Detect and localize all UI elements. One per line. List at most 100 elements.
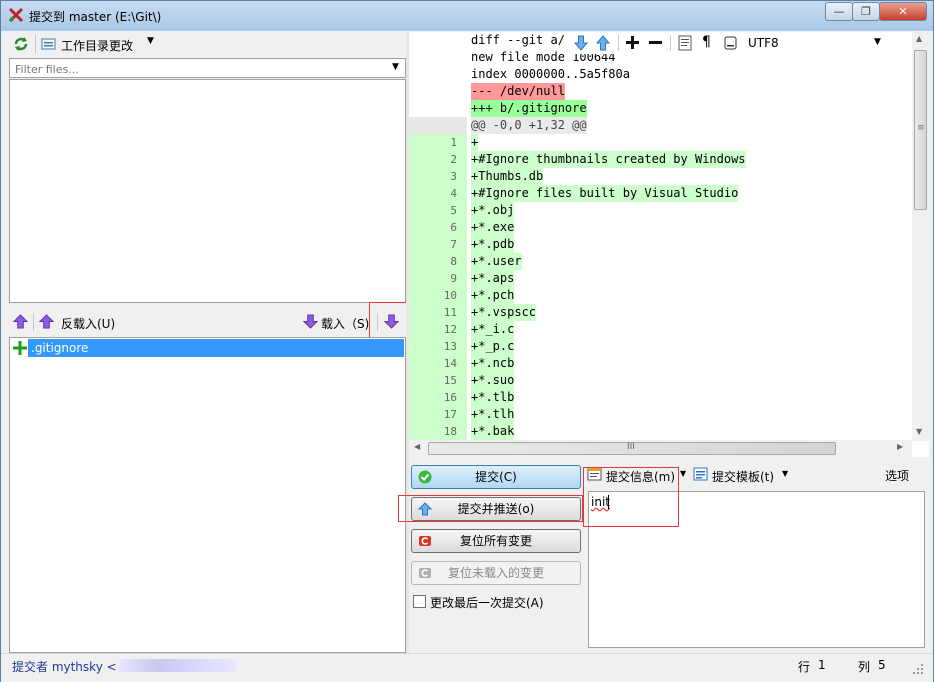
diff-hunk-header: @@ -0,0 +1,32 @@ bbox=[409, 117, 912, 134]
commit-button[interactable]: 提交(C) bbox=[411, 465, 581, 489]
list-item[interactable]: .gitignore bbox=[11, 339, 404, 357]
reset-unstaged-label: 复位未载入的变更 bbox=[447, 566, 544, 580]
title-bar[interactable]: 提交到 master (E:\Git\) — ❐ ✕ bbox=[1, 1, 933, 31]
diff-added-header: +++ b/.gitignore bbox=[471, 100, 587, 117]
diff-line: 9 +*.aps bbox=[409, 270, 912, 287]
file-added-icon bbox=[13, 341, 27, 355]
chevron-down-icon: ▼ bbox=[782, 469, 789, 478]
diff-removed-header: --- /dev/null bbox=[471, 83, 565, 100]
commit-template-label: 提交模板(t) bbox=[712, 470, 775, 484]
stage-button[interactable]: 载入（S) bbox=[301, 311, 371, 333]
staged-files-list[interactable]: .gitignore bbox=[9, 337, 406, 653]
diff-line: 10 +*.pch bbox=[409, 287, 912, 304]
unstage-arrow-up-icon bbox=[39, 314, 54, 329]
diff-header-line: index 0000000..5a5f80a bbox=[471, 67, 630, 81]
diff-line: 2 +#Ignore thumbnails created by Windows bbox=[409, 151, 912, 168]
decrease-context-icon[interactable] bbox=[648, 35, 663, 50]
diff-line: 7 +*.pdb bbox=[409, 236, 912, 253]
commit-template-icon bbox=[693, 467, 708, 481]
diff-line: 1 + bbox=[409, 134, 912, 151]
diff-line: 4 +#Ignore files built by Visual Studio bbox=[409, 185, 912, 202]
diff-line: 3 +Thumbs.db bbox=[409, 168, 912, 185]
unstage-button[interactable]: 反载入(U) bbox=[39, 311, 119, 333]
unstage-label: 反载入(U) bbox=[61, 317, 116, 331]
previous-change-icon[interactable] bbox=[596, 35, 610, 51]
refresh-icon[interactable] bbox=[13, 36, 29, 52]
toolbar-separator bbox=[670, 35, 671, 51]
grip-icon: III bbox=[627, 442, 635, 452]
line-value: 1 bbox=[818, 658, 826, 672]
diff-line: 12 +*_i.c bbox=[409, 321, 912, 338]
blurred-email bbox=[119, 659, 237, 672]
scroll-thumb[interactable]: ≡ bbox=[914, 50, 927, 210]
close-button[interactable]: ✕ bbox=[879, 2, 927, 21]
working-dir-toolbar: 工作目录更改 ▼ bbox=[9, 33, 405, 55]
chevron-down-icon: ▼ bbox=[874, 37, 881, 47]
scroll-down-icon[interactable]: ▼ bbox=[916, 427, 922, 436]
selected-file-row[interactable]: .gitignore bbox=[28, 339, 404, 357]
reset-unstaged-button[interactable]: 复位未载入的变更 bbox=[411, 561, 581, 585]
checkbox[interactable] bbox=[413, 595, 426, 608]
diff-line: 13 +*_p.c bbox=[409, 338, 912, 355]
ignore-whitespace-icon[interactable] bbox=[678, 35, 692, 51]
diff-viewer[interactable]: diff --git a/ new file mode 100644 index… bbox=[409, 32, 929, 457]
reset-icon bbox=[419, 568, 431, 578]
diff-horizontal-scrollbar[interactable]: ◀ III ▶ bbox=[409, 440, 912, 457]
maximize-button[interactable]: ❐ bbox=[852, 2, 880, 21]
encoding-dropdown[interactable]: UTF8 ▼ bbox=[744, 32, 894, 54]
committer-info: 提交者 mythsky < bbox=[12, 660, 117, 674]
chevron-down-icon: ▼ bbox=[147, 36, 154, 46]
column-label: 列 bbox=[858, 660, 871, 674]
diff-line: 17 +*.tlh bbox=[409, 406, 912, 423]
working-dir-dropdown[interactable]: 工作目录更改 ▼ bbox=[41, 34, 161, 54]
column-value: 5 bbox=[878, 658, 886, 672]
reset-all-label: 复位所有变更 bbox=[459, 534, 532, 548]
diff-line: 16 +*.tlb bbox=[409, 389, 912, 406]
show-nonprinting-icon[interactable]: ¶ bbox=[702, 34, 711, 50]
resize-grip-icon[interactable] bbox=[912, 663, 924, 675]
diff-line: 18 +*.bak bbox=[409, 423, 912, 440]
amend-checkbox[interactable]: 更改最后一次提交(A) bbox=[412, 593, 582, 611]
folder-list-icon bbox=[41, 38, 56, 50]
diff-line: 15 +*.suo bbox=[409, 372, 912, 389]
stage-label: 载入（S) bbox=[321, 317, 370, 331]
reset-all-button[interactable]: 复位所有变更 bbox=[411, 529, 581, 553]
encoding-value: UTF8 bbox=[748, 36, 779, 50]
scroll-right-icon[interactable]: ▶ bbox=[897, 442, 903, 451]
toolbar-separator bbox=[33, 313, 34, 331]
next-change-icon[interactable] bbox=[574, 35, 588, 51]
show-entire-file-icon[interactable] bbox=[724, 36, 737, 50]
diff-line: 11 +*.vspscc bbox=[409, 304, 912, 321]
highlight-message bbox=[583, 467, 679, 527]
scroll-left-icon[interactable]: ◀ bbox=[414, 442, 420, 451]
unstage-all-icon[interactable] bbox=[13, 314, 28, 329]
minimize-button[interactable]: — bbox=[825, 2, 853, 21]
checkmark-icon bbox=[418, 470, 432, 484]
toolbar-separator bbox=[618, 35, 619, 51]
filter-dropdown-icon[interactable]: ▼ bbox=[392, 62, 399, 72]
grip-icon: ≡ bbox=[917, 123, 925, 133]
reset-icon bbox=[419, 536, 431, 546]
unstaged-files-list[interactable] bbox=[9, 79, 406, 303]
filter-files-input[interactable]: ▼ bbox=[9, 58, 406, 78]
diff-line: 14 +*.ncb bbox=[409, 355, 912, 372]
commit-template-dropdown[interactable]: 提交模板(t) ▼ bbox=[691, 464, 791, 486]
chevron-down-icon: ▼ bbox=[680, 469, 687, 478]
diff-vertical-scrollbar[interactable]: ▲ ≡ ▼ bbox=[912, 32, 929, 441]
line-label: 行 bbox=[798, 660, 811, 674]
increase-context-icon[interactable] bbox=[625, 35, 640, 50]
commit-label: 提交(C) bbox=[475, 470, 517, 484]
amend-label: 更改最后一次提交(A) bbox=[430, 596, 544, 610]
diff-line: 6 +*.exe bbox=[409, 219, 912, 236]
git-extensions-icon bbox=[8, 7, 24, 23]
status-bar: 提交者 mythsky < 行 1 列 5 bbox=[1, 653, 933, 682]
scroll-thumb[interactable]: III bbox=[428, 442, 836, 455]
diff-line: 8 +*.user bbox=[409, 253, 912, 270]
commit-window: 提交到 master (E:\Git\) — ❐ ✕ 工作目录更改 ▼ ▼ bbox=[0, 0, 934, 682]
diff-line: 5 +*.obj bbox=[409, 202, 912, 219]
options-menu[interactable]: 选项 bbox=[885, 467, 909, 484]
filter-files-field[interactable] bbox=[13, 60, 387, 78]
window-title: 提交到 master (E:\Git\) bbox=[29, 10, 162, 24]
toolbar-separator bbox=[35, 35, 36, 53]
scroll-up-icon[interactable]: ▲ bbox=[916, 34, 922, 43]
